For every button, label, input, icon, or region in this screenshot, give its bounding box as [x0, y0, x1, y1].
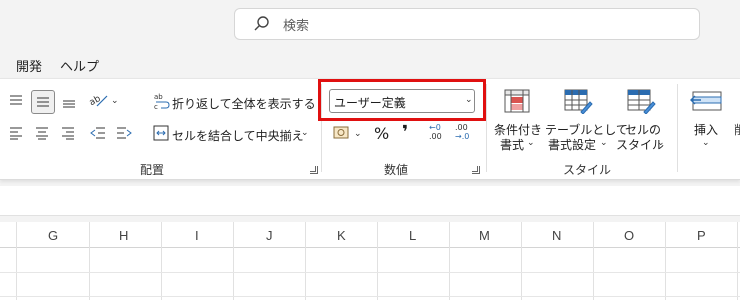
- align-center-icon[interactable]: [35, 126, 49, 140]
- column-divider: [449, 222, 450, 300]
- decrease-decimal-bottom: →.0: [455, 132, 470, 141]
- menu-item-developer[interactable]: 開発: [16, 56, 42, 75]
- align-bottom-icon[interactable]: [62, 95, 76, 109]
- insert-cells-icon: [690, 91, 722, 111]
- alignment-group-label: 配置: [140, 163, 165, 177]
- dialog-launcher-icon[interactable]: [310, 166, 318, 174]
- cell-styles-icon: [627, 89, 656, 114]
- worksheet-grid[interactable]: [0, 248, 740, 300]
- column-divider: [161, 222, 162, 300]
- chevron-down-icon[interactable]: ⌄: [301, 128, 309, 138]
- wrap-text-button[interactable]: 折り返して全体を表示する: [172, 95, 316, 112]
- column-header-l[interactable]: L: [409, 228, 416, 243]
- number-group-label: 数値: [384, 163, 409, 177]
- chevron-down-icon[interactable]: ⌄: [657, 138, 665, 148]
- delete-label-partial[interactable]: 削: [734, 121, 740, 138]
- chevron-down-icon[interactable]: ⌄: [111, 96, 119, 106]
- insert-label[interactable]: 挿入: [694, 121, 718, 138]
- svg-text:ab: ab: [154, 93, 163, 101]
- increase-decimal-top: ←0: [429, 123, 441, 132]
- highlight-box: [318, 79, 486, 121]
- merge-center-icon: [153, 125, 169, 141]
- column-header-h[interactable]: H: [119, 228, 128, 243]
- wrap-text-icon: ab c: [154, 93, 170, 110]
- column-header-m[interactable]: M: [479, 228, 490, 243]
- align-left-icon[interactable]: [9, 126, 23, 140]
- format-as-table-label-2[interactable]: 書式設定: [548, 136, 596, 153]
- column-divider: [665, 222, 666, 300]
- row-divider: [0, 272, 740, 273]
- column-header-n[interactable]: N: [552, 228, 561, 243]
- formula-bar[interactable]: [0, 186, 740, 216]
- decrease-decimal-button[interactable]: .00 →.0: [455, 123, 469, 141]
- chevron-down-icon[interactable]: ⌄: [527, 138, 535, 148]
- group-divider: [677, 84, 678, 172]
- column-header-i[interactable]: I: [195, 228, 199, 243]
- column-divider: [521, 222, 522, 300]
- search-placeholder: 検索: [283, 19, 310, 34]
- decrease-indent-icon[interactable]: [90, 126, 106, 140]
- chevron-down-icon[interactable]: ⌄: [600, 138, 608, 148]
- column-divider: [305, 222, 306, 300]
- conditional-formatting-label-2[interactable]: 書式: [500, 136, 524, 153]
- column-header-j[interactable]: J: [266, 228, 273, 243]
- orientation-icon[interactable]: ab: [89, 92, 109, 108]
- row-divider: [0, 296, 740, 297]
- column-divider: [89, 222, 90, 300]
- percent-style-button[interactable]: %: [374, 124, 389, 143]
- search-icon: [254, 16, 269, 31]
- align-right-icon[interactable]: [61, 126, 75, 140]
- chevron-down-icon[interactable]: ⌄: [354, 129, 362, 139]
- svg-text:ab: ab: [89, 94, 103, 108]
- accounting-format-icon[interactable]: [333, 125, 351, 141]
- group-divider: [486, 84, 487, 172]
- align-middle-icon: [37, 97, 49, 107]
- column-header-o[interactable]: O: [624, 228, 634, 243]
- svg-text:c: c: [154, 103, 158, 110]
- column-header-k[interactable]: K: [337, 228, 346, 243]
- comma-style-button[interactable]: ❜: [402, 122, 408, 143]
- column-divider: [16, 222, 17, 300]
- format-as-table-icon: [564, 89, 593, 114]
- column-header-g[interactable]: G: [48, 228, 58, 243]
- increase-decimal-button[interactable]: ←0 .00: [429, 123, 442, 141]
- menu-item-help[interactable]: ヘルプ: [60, 56, 99, 75]
- column-divider: [377, 222, 378, 300]
- merge-center-button[interactable]: セルを結合して中央揃え: [172, 127, 304, 144]
- column-divider: [593, 222, 594, 300]
- column-divider: [233, 222, 234, 300]
- increase-indent-icon[interactable]: [116, 126, 132, 140]
- column-divider: [737, 222, 738, 300]
- dialog-launcher-icon[interactable]: [472, 166, 480, 174]
- increase-decimal-bottom: .00: [429, 132, 442, 141]
- align-top-icon[interactable]: [9, 94, 23, 108]
- chevron-down-icon[interactable]: ⌄: [702, 138, 710, 148]
- conditional-formatting-icon: [504, 89, 530, 113]
- column-header-p[interactable]: P: [697, 228, 706, 243]
- styles-group-label: スタイル: [563, 163, 612, 177]
- decrease-decimal-top: .00: [455, 123, 468, 132]
